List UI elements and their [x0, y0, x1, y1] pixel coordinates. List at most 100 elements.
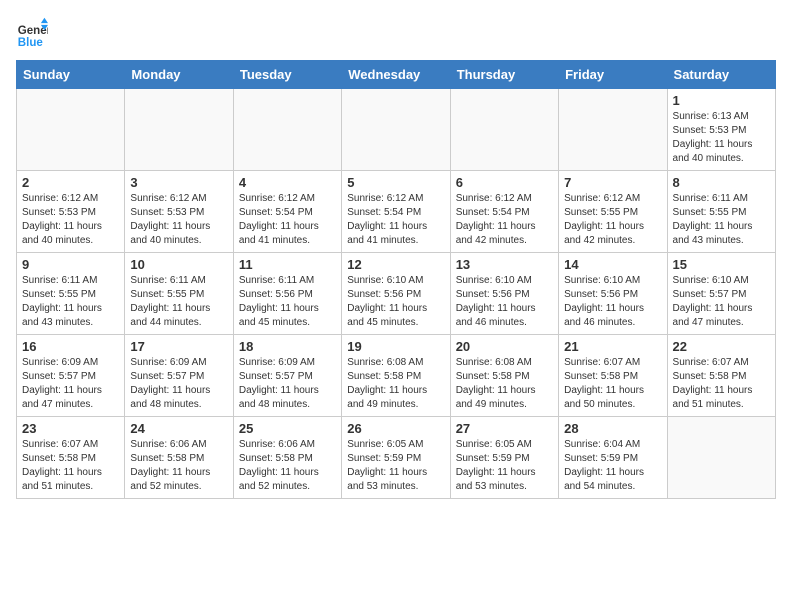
day-number: 11 — [239, 257, 336, 272]
day-number: 1 — [673, 93, 770, 108]
calendar-cell — [342, 89, 450, 171]
day-number: 23 — [22, 421, 119, 436]
calendar-cell: 24Sunrise: 6:06 AMSunset: 5:58 PMDayligh… — [125, 417, 233, 499]
day-number: 2 — [22, 175, 119, 190]
calendar-cell: 28Sunrise: 6:04 AMSunset: 5:59 PMDayligh… — [559, 417, 667, 499]
day-info: Sunrise: 6:09 AMSunset: 5:57 PMDaylight:… — [239, 356, 336, 412]
calendar-week-4: 16 Sunrise: 6:09 AMSunset: 5:57 PMDayligh… — [17, 335, 776, 417]
day-number: 27 — [456, 421, 553, 436]
day-number: 21 — [564, 339, 661, 354]
day-number: 5 — [347, 175, 444, 190]
day-info: Sunrise: 6:11 AMSunset: 5:55 PMDaylight:… — [130, 274, 227, 330]
day-number: 14 — [564, 257, 661, 272]
calendar-cell: 15 Sunrise: 6:10 AMSunset: 5:57 PMDayligh… — [667, 253, 775, 335]
calendar-cell: 26 Sunrise: 6:05 AMSunset: 5:59 PMDayligh… — [342, 417, 450, 499]
day-number: 12 — [347, 257, 444, 272]
day-number: 10 — [130, 257, 227, 272]
day-number: 16 — [22, 339, 119, 354]
day-number: 13 — [456, 257, 553, 272]
day-info: Sunrise: 6:06 AMSunset: 5:58 PMDaylight:… — [239, 438, 336, 494]
calendar-cell: 27 Sunrise: 6:05 AMSunset: 5:59 PMDayligh… — [450, 417, 558, 499]
calendar-cell: 23Sunrise: 6:07 AMSunset: 5:58 PMDayligh… — [17, 417, 125, 499]
day-number: 8 — [673, 175, 770, 190]
calendar-cell: 25 Sunrise: 6:06 AMSunset: 5:58 PMDayligh… — [233, 417, 341, 499]
day-info: Sunrise: 6:04 AMSunset: 5:59 PMDaylight:… — [564, 438, 661, 494]
calendar-cell: 12 Sunrise: 6:10 AMSunset: 5:56 PMDayligh… — [342, 253, 450, 335]
calendar-cell — [667, 417, 775, 499]
calendar-week-3: 9 Sunrise: 6:11 AMSunset: 5:55 PMDaylight… — [17, 253, 776, 335]
calendar-cell: 2 Sunrise: 6:12 AMSunset: 5:53 PMDaylight… — [17, 171, 125, 253]
day-number: 18 — [239, 339, 336, 354]
calendar-cell: 22 Sunrise: 6:07 AMSunset: 5:58 PMDayligh… — [667, 335, 775, 417]
day-info: Sunrise: 6:12 AMSunset: 5:53 PMDaylight:… — [130, 192, 227, 248]
calendar-cell: 14 Sunrise: 6:10 AMSunset: 5:56 PMDayligh… — [559, 253, 667, 335]
day-info: Sunrise: 6:11 AMSunset: 5:55 PMDaylight:… — [673, 192, 770, 248]
day-info: Sunrise: 6:05 AMSunset: 5:59 PMDaylight:… — [456, 438, 553, 494]
day-number: 4 — [239, 175, 336, 190]
day-info: Sunrise: 6:12 AMSunset: 5:54 PMDaylight:… — [347, 192, 444, 248]
day-info: Sunrise: 6:13 AMSunset: 5:53 PMDaylight:… — [673, 110, 770, 166]
weekday-header-friday: Friday — [559, 61, 667, 89]
calendar-cell: 8 Sunrise: 6:11 AMSunset: 5:55 PMDaylight… — [667, 171, 775, 253]
calendar-cell: 17 Sunrise: 6:09 AMSunset: 5:57 PMDayligh… — [125, 335, 233, 417]
weekday-header-tuesday: Tuesday — [233, 61, 341, 89]
calendar-cell: 11Sunrise: 6:11 AMSunset: 5:56 PMDayligh… — [233, 253, 341, 335]
day-info: Sunrise: 6:08 AMSunset: 5:58 PMDaylight:… — [347, 356, 444, 412]
day-number: 20 — [456, 339, 553, 354]
calendar-cell: 10 Sunrise: 6:11 AMSunset: 5:55 PMDayligh… — [125, 253, 233, 335]
svg-text:Blue: Blue — [18, 37, 44, 48]
day-info: Sunrise: 6:12 AMSunset: 5:53 PMDaylight:… — [22, 192, 119, 248]
weekday-header-wednesday: Wednesday — [342, 61, 450, 89]
calendar-cell — [17, 89, 125, 171]
day-number: 24 — [130, 421, 227, 436]
day-number: 15 — [673, 257, 770, 272]
day-number: 17 — [130, 339, 227, 354]
weekday-header-monday: Monday — [125, 61, 233, 89]
calendar-cell: 18 Sunrise: 6:09 AMSunset: 5:57 PMDayligh… — [233, 335, 341, 417]
day-number: 7 — [564, 175, 661, 190]
day-number: 3 — [130, 175, 227, 190]
calendar-week-5: 23Sunrise: 6:07 AMSunset: 5:58 PMDayligh… — [17, 417, 776, 499]
calendar-week-1: 1 Sunrise: 6:13 AMSunset: 5:53 PMDaylight… — [17, 89, 776, 171]
calendar-cell: 1 Sunrise: 6:13 AMSunset: 5:53 PMDaylight… — [667, 89, 775, 171]
day-info: Sunrise: 6:09 AMSunset: 5:57 PMDaylight:… — [22, 356, 119, 412]
day-info: Sunrise: 6:12 AMSunset: 5:55 PMDaylight:… — [564, 192, 661, 248]
day-number: 25 — [239, 421, 336, 436]
day-info: Sunrise: 6:10 AMSunset: 5:56 PMDaylight:… — [456, 274, 553, 330]
calendar-table: SundayMondayTuesdayWednesdayThursdayFrid… — [16, 60, 776, 499]
calendar-cell: 16 Sunrise: 6:09 AMSunset: 5:57 PMDayligh… — [17, 335, 125, 417]
calendar-cell: 19 Sunrise: 6:08 AMSunset: 5:58 PMDayligh… — [342, 335, 450, 417]
day-info: Sunrise: 6:05 AMSunset: 5:59 PMDaylight:… — [347, 438, 444, 494]
day-info: Sunrise: 6:12 AMSunset: 5:54 PMDaylight:… — [456, 192, 553, 248]
day-info: Sunrise: 6:10 AMSunset: 5:56 PMDaylight:… — [564, 274, 661, 330]
day-info: Sunrise: 6:07 AMSunset: 5:58 PMDaylight:… — [564, 356, 661, 412]
calendar-cell: 13 Sunrise: 6:10 AMSunset: 5:56 PMDayligh… — [450, 253, 558, 335]
calendar-cell: 6 Sunrise: 6:12 AMSunset: 5:54 PMDaylight… — [450, 171, 558, 253]
calendar-cell: 3 Sunrise: 6:12 AMSunset: 5:53 PMDaylight… — [125, 171, 233, 253]
weekday-header-sunday: Sunday — [17, 61, 125, 89]
calendar-cell: 7 Sunrise: 6:12 AMSunset: 5:55 PMDaylight… — [559, 171, 667, 253]
logo: General Blue — [16, 16, 52, 48]
calendar-header-row: SundayMondayTuesdayWednesdayThursdayFrid… — [17, 61, 776, 89]
day-number: 26 — [347, 421, 444, 436]
calendar-cell: 21 Sunrise: 6:07 AMSunset: 5:58 PMDayligh… — [559, 335, 667, 417]
day-number: 6 — [456, 175, 553, 190]
day-info: Sunrise: 6:12 AMSunset: 5:54 PMDaylight:… — [239, 192, 336, 248]
calendar-cell: 4 Sunrise: 6:12 AMSunset: 5:54 PMDaylight… — [233, 171, 341, 253]
calendar-cell — [233, 89, 341, 171]
calendar-cell — [450, 89, 558, 171]
day-info: Sunrise: 6:07 AMSunset: 5:58 PMDaylight:… — [673, 356, 770, 412]
calendar-cell: 5 Sunrise: 6:12 AMSunset: 5:54 PMDaylight… — [342, 171, 450, 253]
calendar-cell: 9Sunrise: 6:11 AMSunset: 5:55 PMDaylight… — [17, 253, 125, 335]
day-number: 9 — [22, 257, 119, 272]
calendar-cell — [125, 89, 233, 171]
calendar-cell — [559, 89, 667, 171]
day-info: Sunrise: 6:10 AMSunset: 5:57 PMDaylight:… — [673, 274, 770, 330]
day-info: Sunrise: 6:10 AMSunset: 5:56 PMDaylight:… — [347, 274, 444, 330]
weekday-header-saturday: Saturday — [667, 61, 775, 89]
day-number: 19 — [347, 339, 444, 354]
day-info: Sunrise: 6:08 AMSunset: 5:58 PMDaylight:… — [456, 356, 553, 412]
day-info: Sunrise: 6:09 AMSunset: 5:57 PMDaylight:… — [130, 356, 227, 412]
calendar-week-2: 2 Sunrise: 6:12 AMSunset: 5:53 PMDaylight… — [17, 171, 776, 253]
day-number: 22 — [673, 339, 770, 354]
